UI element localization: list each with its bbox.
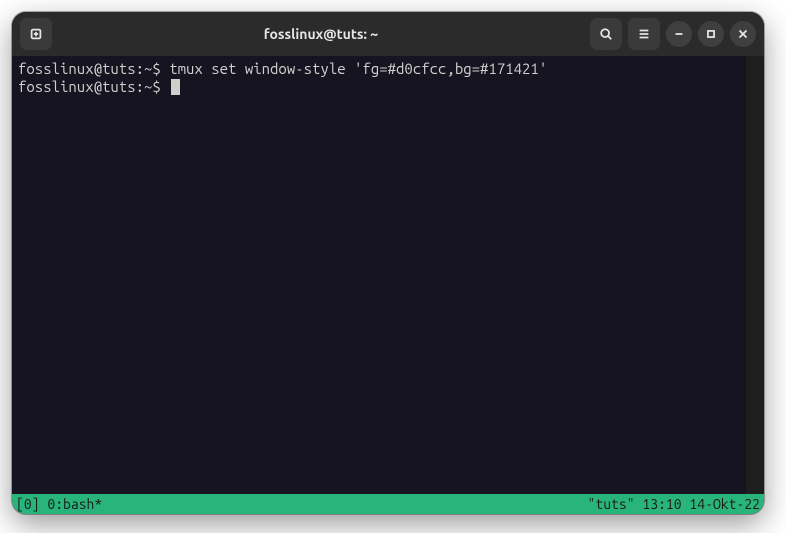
cursor: [171, 79, 180, 95]
minimize-icon: [672, 27, 686, 41]
search-icon: [599, 27, 613, 41]
titlebar: fosslinux@tuts: ~: [12, 12, 764, 56]
window-title: fosslinux@tuts: ~: [60, 26, 582, 42]
terminal-content[interactable]: fosslinux@tuts:~$ tmux set window-style …: [12, 56, 764, 494]
terminal-window: fosslinux@tuts: ~: [12, 12, 764, 514]
statusbar-right: "tuts" 13:10 14-Okt-22: [588, 496, 760, 512]
close-button[interactable]: [730, 21, 756, 47]
hamburger-icon: [637, 27, 651, 41]
menu-button[interactable]: [628, 18, 660, 50]
terminal-line: fosslinux@tuts:~$: [18, 78, 740, 96]
titlebar-right: [590, 18, 756, 50]
statusbar-left: [0] 0:bash*: [16, 496, 588, 512]
minimize-button[interactable]: [666, 21, 692, 47]
maximize-icon: [704, 27, 718, 41]
prompt: fosslinux@tuts:~$: [18, 78, 161, 95]
search-button[interactable]: [590, 18, 622, 50]
prompt: fosslinux@tuts:~$: [18, 60, 161, 77]
maximize-button[interactable]: [698, 21, 724, 47]
command-text: tmux set window-style 'fg=#d0cfcc,bg=#17…: [169, 60, 547, 77]
terminal-line: fosslinux@tuts:~$ tmux set window-style …: [18, 60, 740, 78]
titlebar-left: [20, 18, 52, 50]
new-tab-button[interactable]: [20, 18, 52, 50]
close-icon: [736, 27, 750, 41]
tmux-statusbar: [0] 0:bash* "tuts" 13:10 14-Okt-22: [12, 494, 764, 514]
new-tab-icon: [29, 27, 43, 41]
